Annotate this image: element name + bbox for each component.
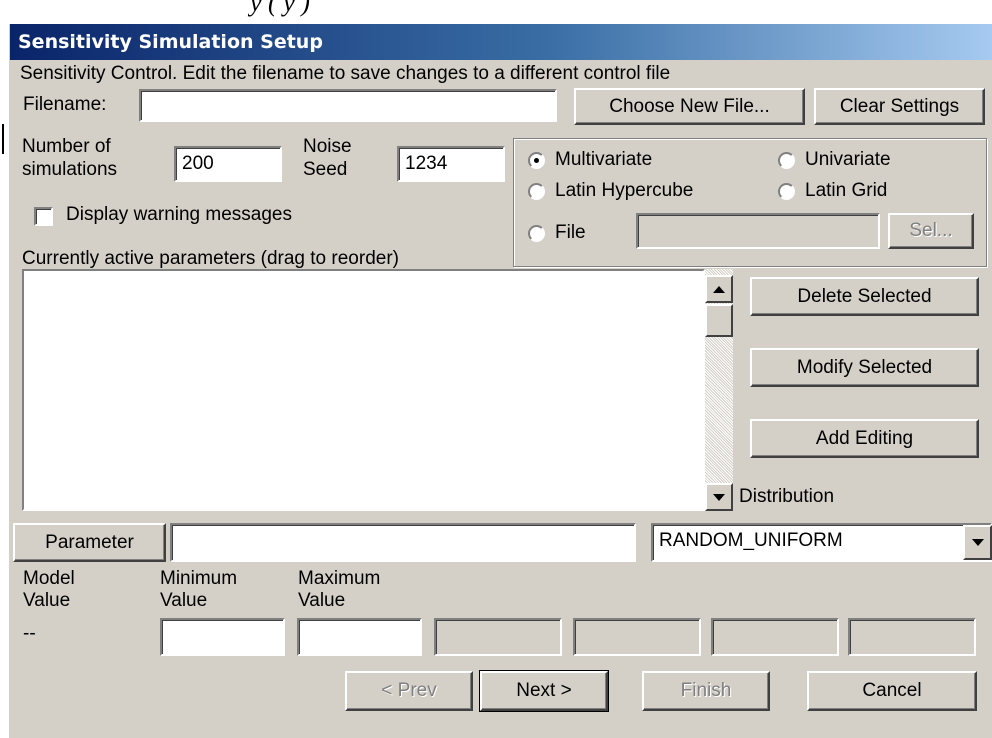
radio-latin-grid-label: Latin Grid [805, 180, 888, 201]
background-window-edge [0, 24, 9, 738]
noise-seed-input[interactable] [397, 146, 505, 182]
radio-univariate-label: Univariate [805, 149, 891, 170]
display-warnings-label: Display warning messages [66, 204, 292, 225]
modify-selected-button[interactable]: Modify Selected [750, 348, 979, 387]
finish-button[interactable]: Finish [642, 671, 770, 711]
scroll-up-arrow-icon [713, 285, 725, 293]
radio-univariate[interactable]: Univariate [778, 149, 891, 171]
model-value-label-line2: Value [23, 590, 71, 611]
scroll-thumb[interactable] [705, 304, 733, 337]
maximum-value-label-line2: Value [298, 590, 346, 611]
minimum-value-label-line1: Minimum [160, 568, 238, 589]
simulations-input[interactable] [174, 146, 282, 182]
choose-new-file-button[interactable]: Choose New File... [574, 88, 805, 125]
radio-file-indicator [528, 224, 545, 242]
method-file-input[interactable] [636, 213, 880, 249]
background-edge-mark [2, 124, 4, 154]
scroll-up-button[interactable] [705, 275, 733, 303]
clear-settings-button[interactable]: Clear Settings [814, 88, 985, 125]
extra-value-input-2[interactable] [573, 618, 701, 656]
maximum-value-input[interactable] [297, 618, 422, 656]
scroll-down-arrow-icon [713, 493, 725, 501]
add-editing-button[interactable]: Add Editing [750, 419, 979, 458]
distribution-label: Distribution [739, 486, 835, 507]
cancel-button[interactable]: Cancel [807, 671, 977, 711]
display-warnings-checkbox[interactable] [34, 207, 53, 226]
radio-multivariate[interactable]: Multivariate [528, 149, 652, 171]
chevron-down-icon [971, 539, 984, 546]
scroll-down-button[interactable] [705, 483, 733, 511]
active-parameters-list[interactable] [22, 269, 705, 511]
filename-input[interactable] [139, 89, 557, 122]
extra-value-input-1[interactable] [434, 618, 562, 656]
noise-seed-label-line2: Seed [303, 159, 348, 180]
background-window-strip: y ( y ) [0, 0, 992, 24]
radio-multivariate-indicator [528, 151, 545, 169]
radio-latin-hypercube-label: Latin Hypercube [555, 180, 694, 201]
radio-file-label: File [555, 222, 586, 243]
distribution-dropdown-button[interactable] [963, 525, 992, 560]
minimum-value-label-line2: Value [160, 590, 208, 611]
parameter-name-input[interactable] [170, 523, 636, 562]
next-button[interactable]: Next > [479, 670, 609, 712]
active-parameters-label: Currently active parameters (drag to reo… [22, 248, 399, 269]
background-window-text: y ( y ) [250, 0, 310, 17]
simulations-label-line2: simulations [22, 159, 118, 180]
window-title: Sensitivity Simulation Setup [18, 31, 323, 53]
filename-label: Filename: [23, 94, 107, 115]
extra-value-input-4[interactable] [848, 618, 976, 656]
model-value-label-line1: Model [23, 568, 75, 589]
prev-button[interactable]: < Prev [345, 671, 473, 711]
simulations-label-line1: Number of [22, 136, 111, 157]
minimum-value-input[interactable] [160, 618, 285, 656]
window-title-bar: Sensitivity Simulation Setup [10, 24, 992, 60]
delete-selected-button[interactable]: Delete Selected [750, 277, 979, 316]
maximum-value-label-line1: Maximum [298, 568, 381, 589]
radio-multivariate-label: Multivariate [555, 149, 653, 170]
radio-univariate-indicator [778, 151, 795, 169]
distribution-select[interactable]: RANDOM_UNIFORM [651, 523, 992, 562]
control-description: Sensitivity Control. Edit the filename t… [20, 63, 671, 84]
radio-file[interactable]: File [528, 222, 586, 244]
radio-latin-hypercube[interactable]: Latin Hypercube [528, 180, 693, 202]
extra-value-input-3[interactable] [711, 618, 839, 656]
noise-seed-label-line1: Noise [303, 136, 352, 157]
model-value: -- [23, 623, 36, 644]
parameter-button[interactable]: Parameter [13, 523, 166, 562]
distribution-selected-value: RANDOM_UNIFORM [659, 530, 843, 551]
method-file-select-button[interactable]: Sel... [888, 213, 974, 249]
radio-latin-grid-indicator [778, 182, 795, 200]
radio-latin-grid[interactable]: Latin Grid [778, 180, 887, 202]
radio-latin-hypercube-indicator [528, 182, 545, 200]
